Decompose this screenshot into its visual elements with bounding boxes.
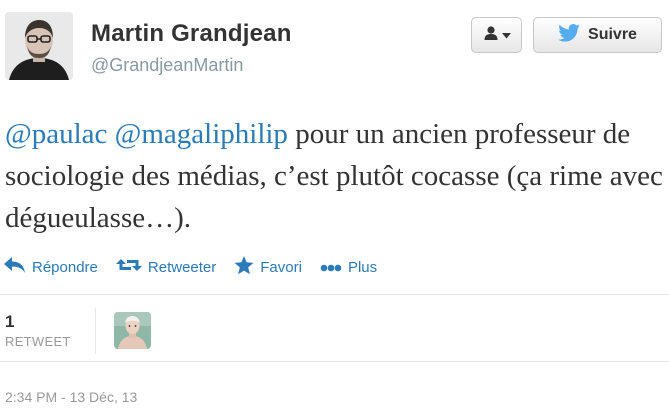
twitter-bird-icon xyxy=(558,23,580,47)
chevron-down-icon xyxy=(501,26,511,44)
mention-link-magaliphilip[interactable]: @magaliphilip xyxy=(115,118,288,150)
retweet-count[interactable]: 1 xyxy=(5,312,14,332)
retweet-action[interactable]: Retweeter xyxy=(115,256,217,278)
follow-button[interactable]: Suivre xyxy=(533,17,662,53)
display-name[interactable]: Martin Grandjean xyxy=(91,20,292,48)
reply-arrow-icon xyxy=(4,257,26,277)
user-actions-dropdown-button[interactable] xyxy=(471,17,522,53)
avatar[interactable] xyxy=(5,12,73,80)
follow-button-label: Suivre xyxy=(588,26,637,43)
retweet-count-label[interactable]: RETWEET xyxy=(5,334,71,349)
more-dots-icon xyxy=(320,259,342,276)
retweet-icon xyxy=(115,256,142,278)
retweeter-avatar-image xyxy=(114,312,151,349)
screen-name[interactable]: @GrandjeanMartin xyxy=(91,55,243,76)
favorite-action[interactable]: Favori xyxy=(234,255,302,279)
tweet-actions: Répondre Retweeter Favori Plus xyxy=(4,253,395,281)
retweet-label: Retweeter xyxy=(147,258,217,276)
avatar-image xyxy=(5,12,73,80)
mention-link-paulac[interactable]: @paulac xyxy=(5,118,107,150)
stats-separator xyxy=(95,308,96,354)
more-label: Plus xyxy=(347,258,378,276)
tweet-timestamp[interactable]: 2:34 PM - 13 Déc, 13 xyxy=(5,389,137,405)
divider xyxy=(0,361,669,362)
tweet-text: @paulac @magaliphilip pour un ancien pro… xyxy=(5,113,665,239)
favorite-label: Favori xyxy=(260,258,302,276)
more-action[interactable]: Plus xyxy=(320,259,377,276)
retweeter-avatar[interactable] xyxy=(114,312,151,349)
reply-action[interactable]: Répondre xyxy=(4,257,98,277)
tweet-stats: 1 RETWEET xyxy=(0,300,669,360)
tweet-header: Martin Grandjean @GrandjeanMartin Suivre xyxy=(0,0,669,95)
star-icon xyxy=(234,255,254,279)
person-icon xyxy=(483,25,499,46)
divider xyxy=(0,294,669,295)
reply-label: Répondre xyxy=(32,258,98,276)
